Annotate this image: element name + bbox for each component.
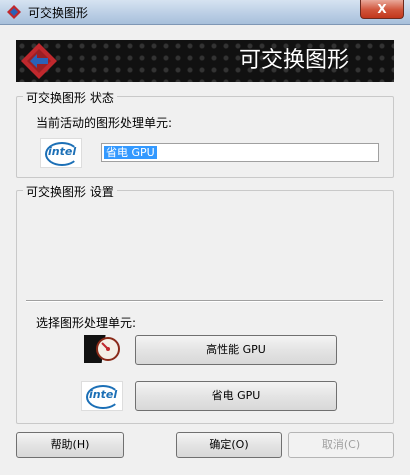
title-bar[interactable]: 可交换图形 X (0, 0, 410, 25)
window-title: 可交换图形 (28, 6, 89, 20)
banner-title: 可交换图形 (238, 48, 349, 73)
status-group-label: 可交换图形 状态 (23, 89, 117, 106)
high-performance-gpu-button[interactable]: 高性能 GPU (135, 335, 337, 365)
power-saving-gpu-button[interactable]: 省电 GPU (135, 381, 337, 411)
cancel-button[interactable]: 取消(C) (288, 432, 394, 458)
divider (26, 300, 383, 302)
select-gpu-label: 选择图形处理单元: (36, 316, 137, 330)
intel-logo-icon: intel (40, 138, 82, 168)
header-banner: 可交换图形 (16, 40, 394, 82)
settings-group-label: 可交换图形 设置 (23, 183, 117, 200)
intel-logo-text-2: intel (89, 388, 118, 401)
ok-button[interactable]: 确定(O) (176, 432, 282, 458)
help-button[interactable]: 帮助(H) (16, 432, 124, 458)
intel-logo-text: intel (48, 145, 77, 158)
intel-logo-icon-2: intel (81, 381, 123, 411)
active-gpu-label: 当前活动的图形处理单元: (36, 116, 173, 130)
switchable-graphics-logo-icon (21, 43, 57, 79)
close-button[interactable]: X (360, 0, 404, 19)
app-icon (7, 5, 21, 19)
active-gpu-value: 省电 GPU (104, 146, 157, 159)
dialog-window: 可交换图形 X 可交换图形 可交换图形 状态 当前活动的图形处理单元: inte… (0, 0, 410, 475)
high-performance-gpu-icon (84, 335, 120, 363)
active-gpu-field[interactable]: 省电 GPU (101, 143, 379, 162)
